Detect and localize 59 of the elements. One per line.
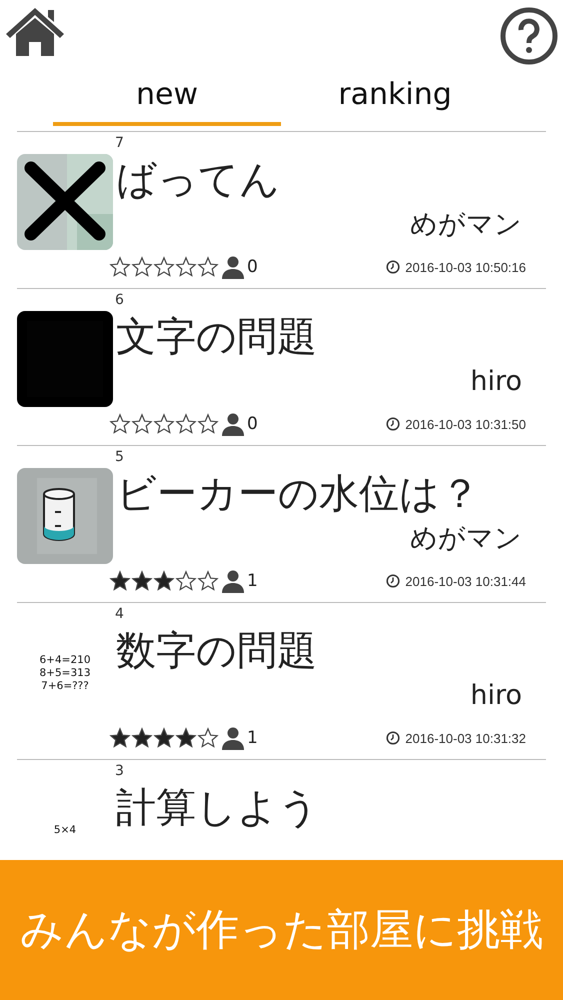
timestamp: 2016-10-03 10:31:50 [405, 416, 526, 432]
room-number: 5 [114, 448, 125, 467]
star-icon [109, 727, 131, 749]
author-name: hiro [470, 365, 522, 399]
thumbnail-text: 5×4 [54, 824, 76, 836]
room-number: 7 [114, 134, 125, 153]
room-number: 4 [114, 605, 125, 624]
player-count: 1 [247, 571, 258, 591]
star-icon [153, 256, 175, 278]
person-icon [221, 255, 245, 279]
star-icon [197, 570, 219, 592]
room-row[interactable]: 5 ビーカーの水位は？ めがマン 1 2016-10-03 10:31:44 [17, 446, 546, 603]
star-icon [175, 413, 197, 435]
timestamp: 2016-10-03 10:50:16 [405, 260, 526, 274]
clock-icon [386, 417, 400, 431]
room-row[interactable]: 4 6+4=210 8+5=313 7+6=??? 数字の問題 hiro 1 2016-10-03 10:31:32 [17, 603, 546, 760]
room-row[interactable]: 7 ばってん めがマン 0 2016-10-03 10:50:16 [17, 132, 546, 289]
star-icon [109, 570, 131, 592]
room-number: 3 [114, 762, 125, 781]
room-title: 文字の問題 [116, 313, 318, 362]
author-name: めがマン [410, 522, 522, 556]
player-count: 0 [247, 257, 258, 277]
banner-text: みんなが作った部屋に挑戦 [20, 904, 543, 957]
star-icon [175, 570, 197, 592]
room-number: 6 [114, 291, 125, 310]
timestamp: 2016-10-03 10:31:32 [405, 730, 526, 746]
clock-icon [386, 260, 400, 274]
star-icon [131, 413, 153, 435]
tab[interactable]: ranking [281, 70, 509, 126]
author-name: めがマン [410, 208, 522, 242]
star-icon [175, 727, 197, 749]
star-icon [153, 413, 175, 435]
star-icon [131, 256, 153, 278]
room-title: 数字の問題 [116, 627, 318, 676]
room-title: 計算しよう [116, 784, 320, 833]
player-count: 0 [247, 414, 258, 434]
star-icon [131, 727, 153, 749]
timestamp: 2016-10-03 10:31:44 [405, 574, 526, 588]
star-icon [197, 256, 219, 278]
tab[interactable]: new [53, 70, 281, 126]
room-title: ばってん [116, 156, 281, 205]
star-icon [109, 256, 131, 278]
star-icon [153, 570, 175, 592]
clock-icon [386, 731, 400, 745]
author-name: hiro [470, 679, 522, 713]
star-icon [197, 727, 219, 749]
person-icon [221, 569, 245, 593]
person-icon [221, 726, 245, 750]
person-icon [221, 412, 245, 436]
thumbnail-text: 6+4=210 8+5=313 7+6=??? [40, 654, 90, 692]
star-icon [131, 570, 153, 592]
star-icon [197, 413, 219, 435]
star-icon [109, 413, 131, 435]
room-title: ビーカーの水位は？ [116, 470, 481, 519]
room-row[interactable]: 6 文字の問題 hiro 0 2016-10-03 10:31:50 [17, 289, 546, 446]
star-icon [153, 727, 175, 749]
star-icon [175, 256, 197, 278]
clock-icon [386, 574, 400, 588]
player-count: 1 [247, 728, 258, 748]
